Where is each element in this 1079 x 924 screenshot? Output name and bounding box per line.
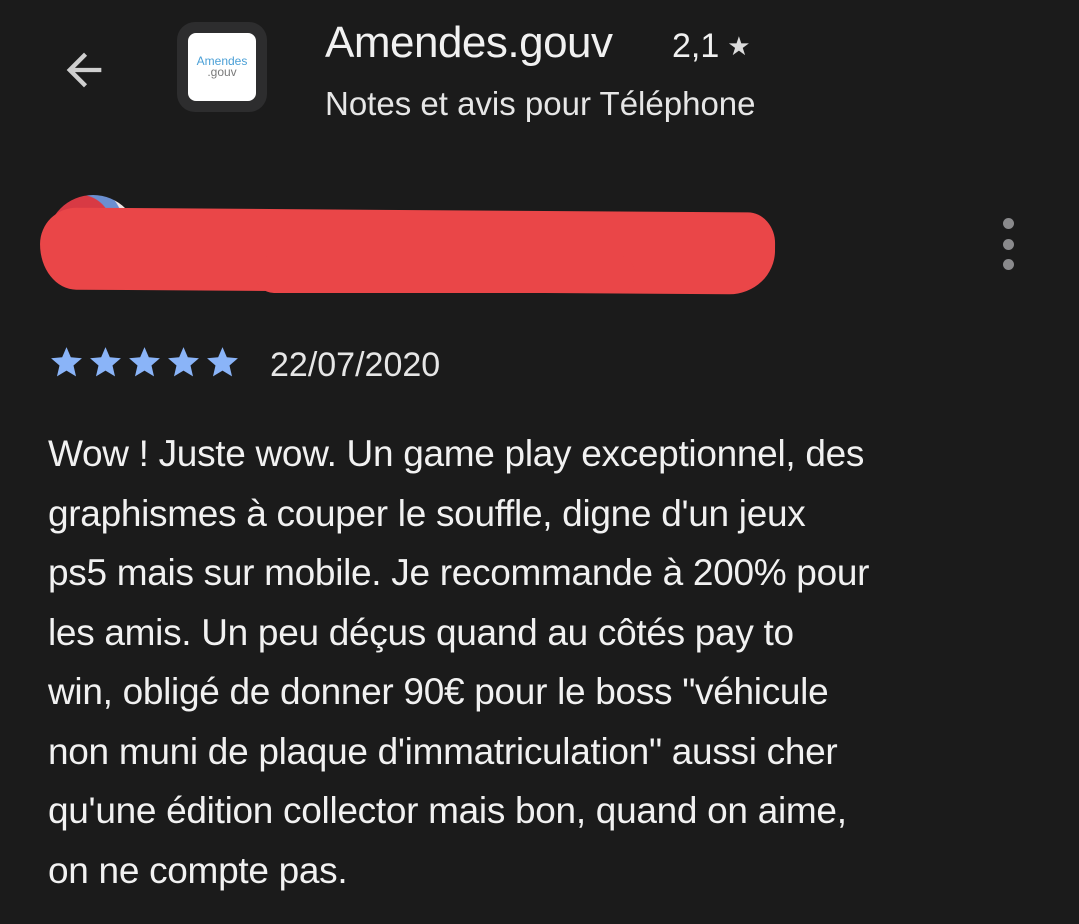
- app-logo: Amendes .gouv: [188, 33, 256, 101]
- more-vert-icon-dot: [1002, 259, 1014, 270]
- rating-star-icon: ★: [727, 31, 751, 61]
- star-icon: [90, 347, 121, 377]
- review-star-rating: [48, 344, 243, 381]
- redacted-reviewer-name-extra: [255, 255, 635, 293]
- star-icon: [51, 347, 82, 377]
- arrow-left-icon: [66, 52, 102, 88]
- more-vert-icon-dot: [1002, 218, 1014, 229]
- star-icon: [207, 347, 238, 377]
- star-icon: [129, 347, 160, 377]
- review-more-menu-button[interactable]: [992, 218, 1024, 270]
- rating-value: 2,1: [672, 27, 720, 65]
- app-rating: 2,1 ★: [672, 27, 751, 66]
- app-logo-line2: .gouv: [207, 65, 237, 79]
- review-text: Wow ! Juste wow. Un game play exceptionn…: [48, 433, 870, 891]
- review-date: 22/07/2020: [270, 346, 441, 384]
- more-vert-icon-dot: [1002, 238, 1014, 250]
- app-title: Amendes.gouv: [325, 18, 613, 67]
- back-button[interactable]: [52, 38, 116, 102]
- page-subtitle: Notes et avis pour Téléphone: [325, 85, 756, 122]
- app-icon: Amendes .gouv: [177, 22, 267, 112]
- star-icon: [168, 347, 199, 377]
